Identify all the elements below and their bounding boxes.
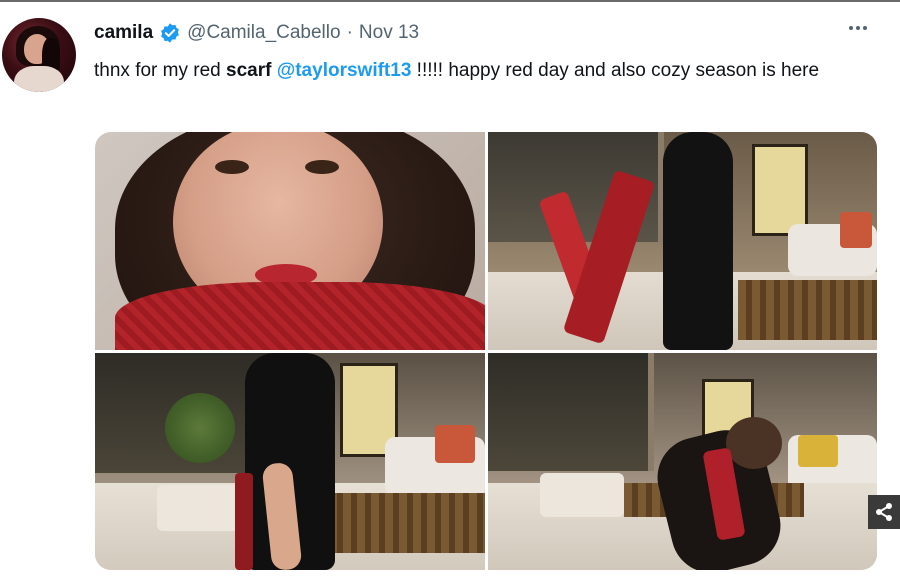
avatar[interactable] bbox=[2, 18, 76, 92]
media-grid bbox=[95, 132, 877, 570]
tweet-text: thnx for my red scarf @taylorswift13 !!!… bbox=[94, 56, 854, 85]
media-photo-4[interactable] bbox=[488, 353, 877, 570]
more-options-icon[interactable] bbox=[849, 26, 867, 30]
display-name[interactable]: camila bbox=[94, 22, 153, 44]
mention-link[interactable]: @taylorswift13 bbox=[277, 60, 412, 81]
media-photo-3[interactable] bbox=[95, 353, 485, 570]
tweet-date[interactable]: Nov 13 bbox=[359, 22, 419, 44]
share-icon[interactable] bbox=[868, 495, 900, 529]
separator-dot: · bbox=[346, 22, 353, 43]
tweet-text-part3: !!!!! happy red day and also cozy season… bbox=[411, 60, 820, 81]
verified-badge-icon bbox=[161, 23, 180, 43]
tweet-header: camila @Camila_Cabello · Nov 13 bbox=[94, 20, 419, 46]
media-photo-1[interactable] bbox=[95, 132, 485, 350]
user-handle[interactable]: @Camila_Cabello bbox=[187, 22, 340, 44]
tweet-text-part1: thnx for my red bbox=[94, 60, 226, 81]
top-divider bbox=[0, 0, 900, 2]
tweet-text-bold: scarf bbox=[226, 60, 272, 81]
media-photo-2[interactable] bbox=[488, 132, 877, 350]
